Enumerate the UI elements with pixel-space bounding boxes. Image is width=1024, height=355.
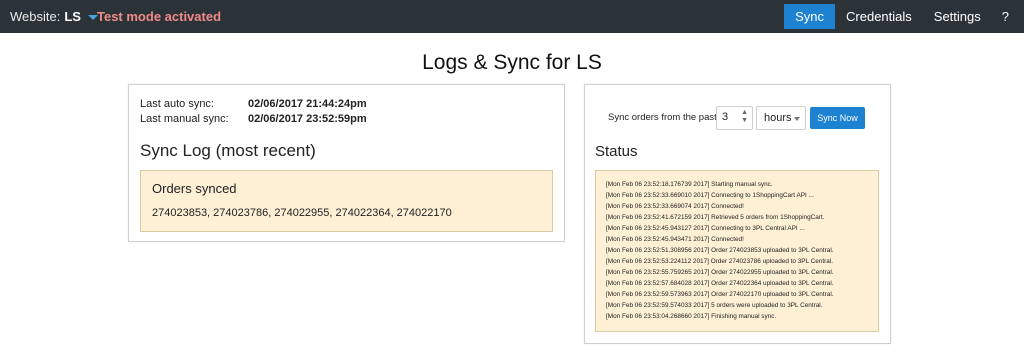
status-log-line: [Mon Feb 06 23:52:51.308956 2017] Order …	[606, 247, 834, 254]
orders-synced-list: 274023853, 274023786, 274022955, 2740223…	[152, 207, 452, 219]
test-mode-indicator: Test mode activated	[97, 9, 222, 24]
sync-amount-input[interactable]: 3 ▲ ▼	[716, 106, 753, 130]
nav-item-help[interactable]: ?	[992, 4, 1024, 29]
sync-form: Sync orders from the past 3 ▲ ▼ hours Syn…	[585, 106, 890, 130]
status-title: Status	[595, 143, 638, 160]
website-value: LS	[64, 9, 81, 24]
status-log-line: [Mon Feb 06 23:52:57.684028 2017] Order …	[606, 280, 834, 287]
sync-unit-select[interactable]: hours	[756, 106, 806, 130]
top-navbar: Website: LS Test mode activated Sync Cre…	[0, 0, 1024, 33]
status-log-line: [Mon Feb 06 23:52:59.574033 2017] 5 orde…	[606, 302, 823, 309]
website-label: Website:	[10, 9, 61, 24]
status-log-line: [Mon Feb 06 23:52:18.176739 2017] Starti…	[606, 181, 773, 188]
status-log-line: [Mon Feb 06 23:52:53.224112 2017] Order …	[606, 258, 834, 265]
spinner-arrows-icon[interactable]: ▲ ▼	[741, 109, 748, 125]
last-auto-sync-value: 02/06/2017 21:44:24pm	[248, 98, 367, 110]
status-log-line: [Mon Feb 06 23:52:33.669010 2017] Connec…	[606, 192, 814, 199]
last-auto-sync-label: Last auto sync:	[140, 98, 214, 110]
status-log-line: [Mon Feb 06 23:53:04.268660 2017] Finish…	[606, 313, 777, 320]
nav-item-sync[interactable]: Sync	[784, 4, 836, 29]
status-panel: Sync orders from the past 3 ▲ ▼ hours Syn…	[584, 84, 891, 344]
sync-amount-value: 3	[722, 111, 729, 123]
chevron-down-icon	[794, 117, 800, 121]
last-auto-sync-row: Last auto sync: 02/06/2017 21:44:24pm	[140, 98, 367, 110]
last-manual-sync-row: Last manual sync: 02/06/2017 23:52:59pm	[140, 113, 367, 125]
sync-now-button[interactable]: Sync Now	[810, 107, 865, 129]
status-log-line: [Mon Feb 06 23:52:45.943471 2017] Connec…	[606, 236, 744, 243]
page-title: Logs & Sync for LS	[422, 51, 602, 74]
status-log-line: [Mon Feb 06 23:52:41.672159 2017] Retrie…	[606, 214, 825, 221]
nav-item-settings[interactable]: Settings	[923, 4, 992, 29]
nav-item-credentials[interactable]: Credentials	[835, 4, 923, 29]
last-manual-sync-value: 02/06/2017 23:52:59pm	[248, 113, 367, 125]
status-log-box: [Mon Feb 06 23:52:18.176739 2017] Starti…	[595, 170, 879, 332]
nav-menu: Sync Credentials Settings ?	[784, 4, 1024, 29]
orders-synced-heading: Orders synced	[152, 181, 237, 196]
status-log-line: [Mon Feb 06 23:52:55.759265 2017] Order …	[606, 269, 834, 276]
orders-synced-box: Orders synced 274023853, 274023786, 2740…	[140, 170, 553, 232]
sync-log-panel: Last auto sync: 02/06/2017 21:44:24pm La…	[128, 84, 565, 242]
sync-log-title: Sync Log (most recent)	[140, 141, 316, 160]
status-log-line: [Mon Feb 06 23:52:33.669074 2017] Connec…	[606, 203, 744, 210]
last-manual-sync-label: Last manual sync:	[140, 113, 229, 125]
status-log-line: [Mon Feb 06 23:52:59.573963 2017] Order …	[606, 291, 834, 298]
sync-unit-value: hours	[764, 112, 792, 124]
status-log-line: [Mon Feb 06 23:52:45.943127 2017] Connec…	[606, 225, 805, 232]
website-selector[interactable]: Website: LS	[10, 9, 98, 24]
sync-form-label: Sync orders from the past	[608, 112, 717, 123]
